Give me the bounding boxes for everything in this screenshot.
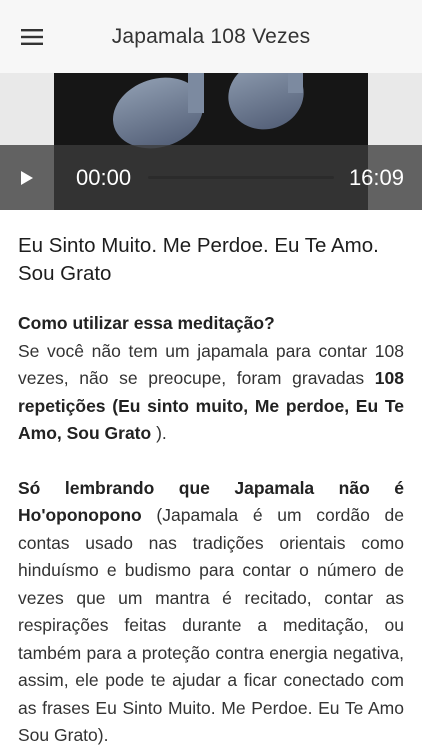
paragraph-end-text: ). — [151, 423, 167, 443]
japamala-paragraph: Só lembrando que Japamala não é Ho'opono… — [18, 475, 404, 750]
article-content: Eu Sinto Muito. Me Perdoe. Eu Te Amo. So… — [18, 232, 404, 750]
player-controls: 00:00 16:09 — [0, 145, 422, 210]
total-duration: 16:09 — [348, 165, 404, 190]
paragraph-text: Se você não tem um japamala para contar … — [18, 340, 404, 389]
page-title: Japamala 108 Vezes — [111, 25, 311, 48]
app-bar: Japamala 108 Vezes — [0, 0, 422, 73]
play-icon[interactable] — [12, 164, 42, 192]
seek-bar[interactable] — [148, 176, 334, 179]
japamala-text: (Japamala é um cordão de contas usado na… — [18, 505, 404, 745]
current-time: 00:00 — [76, 165, 132, 190]
how-to-paragraph: Como utilizar essa meditação? Se você nã… — [18, 310, 404, 448]
track-title: Eu Sinto Muito. Me Perdoe. Eu Te Amo. So… — [18, 234, 379, 285]
audio-player: 00:00 16:09 — [0, 73, 422, 210]
how-to-heading: Como utilizar essa meditação? — [18, 313, 275, 333]
